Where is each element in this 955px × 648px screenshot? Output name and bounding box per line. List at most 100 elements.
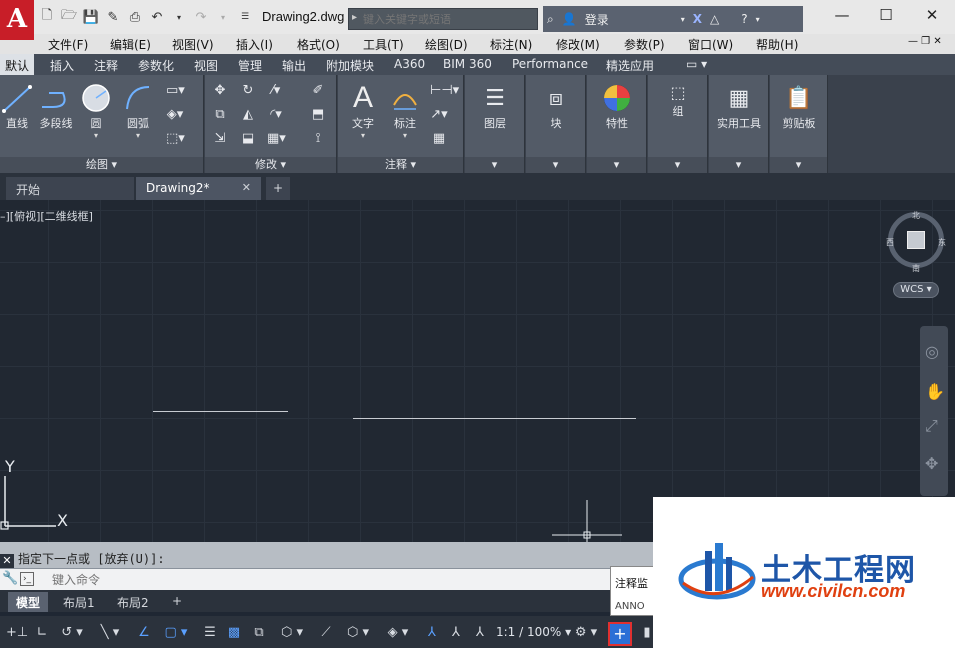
drawing-canvas[interactable]: –][俯视][二维线框] 北 南 东 西 WCS ▾ ◎ ✋ ⤢ ✥ Y X <box>0 200 955 542</box>
tab-featured-apps[interactable]: 精选应用 <box>606 57 654 74</box>
tab-insert[interactable]: 插入 <box>50 57 74 74</box>
connect-icon[interactable]: △ <box>710 12 719 26</box>
boundary-icon[interactable]: ⬚▾ <box>166 131 185 147</box>
viewcube-top-face[interactable] <box>907 231 925 249</box>
arc-tool[interactable]: 圆弧 ▾ <box>120 81 156 140</box>
search-input[interactable] <box>349 9 537 29</box>
help-icon[interactable]: ? <box>741 12 747 26</box>
table-icon[interactable]: ▦ <box>430 131 448 147</box>
command-input[interactable] <box>52 572 592 588</box>
polar-tracking-icon[interactable]: ↺ ▾ <box>56 624 88 642</box>
group-panel[interactable]: ⬚ 组 ▾ <box>648 75 708 173</box>
polyline-tool[interactable]: 多段线 <box>36 81 76 131</box>
scale-icon[interactable]: ⬓ <box>239 131 257 147</box>
layers-panel[interactable]: ☰ 图层 ▾ <box>465 75 525 173</box>
login-dropdown-icon[interactable]: ▾ <box>681 15 685 24</box>
menu-draw[interactable]: 绘图(D) <box>425 36 468 53</box>
ortho-icon[interactable]: ∟ <box>32 624 52 642</box>
tab-parametric[interactable]: 参数化 <box>138 57 174 74</box>
menu-modify[interactable]: 修改(M) <box>556 36 600 53</box>
new-tab-button[interactable]: + <box>266 177 290 200</box>
compass-east[interactable]: 东 <box>938 237 946 248</box>
tab-layout2[interactable]: 布局2 <box>109 592 157 612</box>
text-tool[interactable]: A 文字 ▾ <box>346 81 380 140</box>
binoculars-icon[interactable]: ⌕ <box>547 12 554 27</box>
properties-tool[interactable]: 特性 <box>587 81 647 131</box>
exchange-icon[interactable]: X <box>693 12 702 26</box>
zoom-extents-icon[interactable]: ⤢ <box>925 416 938 436</box>
redo-icon[interactable]: ↷ <box>192 8 210 26</box>
layers-tool[interactable]: ☰ 图层 <box>465 81 525 131</box>
isodraft-icon[interactable]: ╲ ▾ <box>92 624 128 642</box>
wrench-icon[interactable]: 🔧 <box>2 571 18 586</box>
rectangle-icon[interactable]: ▭▾ <box>166 83 185 99</box>
utilities-tool[interactable]: ▦ 实用工具 <box>709 81 769 131</box>
annotation-visibility-icon[interactable]: ⅄ <box>422 624 442 642</box>
tab-model[interactable]: 模型 <box>8 592 49 612</box>
utilities-dropdown-icon[interactable]: ▾ <box>709 157 768 173</box>
undo-icon[interactable]: ↶ <box>148 8 166 26</box>
doc-window-controls-icon[interactable]: — ❐ ✕ <box>908 36 942 47</box>
ribbon-display-toggle-icon[interactable]: ▭ ▾ <box>686 57 707 71</box>
help-dropdown-icon[interactable]: ▾ <box>756 15 760 24</box>
grid-snap-icon[interactable]: +⊥ <box>6 624 28 642</box>
leader-icon[interactable]: ↗▾ <box>430 107 448 123</box>
hatch-icon[interactable]: ◈▾ <box>166 107 184 123</box>
pan-hand-icon[interactable]: ✋ <box>925 382 945 401</box>
rotate-icon[interactable]: ↻ <box>239 83 257 99</box>
new-file-icon[interactable]: 🗋 <box>38 8 56 26</box>
workspace-gear-icon[interactable]: ⚙ ▾ <box>568 624 604 642</box>
clipboard-tool[interactable]: 📋 剪贴板 <box>770 81 828 131</box>
tab-a360[interactable]: A360 <box>394 57 425 71</box>
menu-insert[interactable]: 插入(I) <box>236 36 273 53</box>
undo-dropdown-icon[interactable]: ▾ <box>170 8 188 26</box>
copy-icon[interactable]: ⧉ <box>211 107 229 123</box>
object-snap-tracking-icon[interactable]: ∠ <box>134 624 154 642</box>
annotation-scale-icon[interactable]: ⅄ <box>470 624 490 642</box>
menu-edit[interactable]: 编辑(E) <box>110 36 151 53</box>
block-dropdown-icon[interactable]: ▾ <box>526 157 585 173</box>
user-icon[interactable]: 👤 <box>562 12 577 26</box>
circle-dropdown-icon[interactable]: ▾ <box>80 131 112 140</box>
clipboard-dropdown-icon[interactable]: ▾ <box>770 157 827 173</box>
group-dropdown-icon[interactable]: ▾ <box>648 157 707 173</box>
text-dropdown-icon[interactable]: ▾ <box>346 131 380 140</box>
wcs-menu[interactable]: WCS ▾ <box>893 282 939 298</box>
login-link[interactable]: 登录 <box>585 11 609 28</box>
menu-dimension[interactable]: 标注(N) <box>490 36 532 53</box>
tab-addins[interactable]: 附加模块 <box>326 57 374 74</box>
steering-wheel-icon[interactable]: ◎ <box>925 342 939 361</box>
properties-panel[interactable]: 特性 ▾ <box>587 75 647 173</box>
utilities-panel[interactable]: ▦ 实用工具 ▾ <box>709 75 769 173</box>
circle-tool[interactable]: 圆 ▾ <box>80 81 112 140</box>
transparency-icon[interactable]: ▩ <box>224 624 244 642</box>
layers-dropdown-icon[interactable]: ▾ <box>465 157 524 173</box>
annotation-panel-title[interactable]: 注释 ▾ <box>338 157 463 173</box>
menu-tools[interactable]: 工具(T) <box>363 36 404 53</box>
dynamic-ucs-icon[interactable]: ⟋ <box>316 624 336 642</box>
properties-dropdown-icon[interactable]: ▾ <box>587 157 646 173</box>
tab-annotate[interactable]: 注释 <box>94 57 118 74</box>
block-tool[interactable]: ⧈ 块 <box>526 81 586 131</box>
tab-layout1[interactable]: 布局1 <box>55 592 103 612</box>
command-prompt-icon[interactable]: ›_ <box>20 572 34 586</box>
menu-view[interactable]: 视图(V) <box>172 36 214 53</box>
arc-dropdown-icon[interactable]: ▾ <box>120 131 156 140</box>
tab-start[interactable]: 开始 <box>6 177 134 200</box>
drawn-line[interactable] <box>153 411 288 412</box>
drawn-line[interactable] <box>353 418 636 419</box>
print-icon[interactable]: ⎙ <box>126 8 144 26</box>
stretch-icon[interactable]: ⇲ <box>211 131 229 147</box>
annotation-monitor-button[interactable]: + <box>608 622 632 646</box>
close-tab-icon[interactable]: ✕ <box>242 181 251 194</box>
save-as-icon[interactable]: ✎ <box>104 8 122 26</box>
line-tool[interactable]: 直线 <box>2 81 32 131</box>
viewport-controls[interactable]: –][俯视][二维线框] <box>0 208 93 224</box>
gizmo-icon[interactable]: ◈ ▾ <box>380 624 416 642</box>
selection-cycling-icon[interactable]: ⧉ <box>248 624 270 642</box>
menu-file[interactable]: 文件(F) <box>48 36 88 53</box>
3d-osnap-icon[interactable]: ⬡ ▾ <box>274 624 310 642</box>
tab-manage[interactable]: 管理 <box>238 57 262 74</box>
selection-filter-icon[interactable]: ⬡ ▾ <box>340 624 376 642</box>
linear-dim-icon[interactable]: ⊢⊣▾ <box>430 83 459 99</box>
